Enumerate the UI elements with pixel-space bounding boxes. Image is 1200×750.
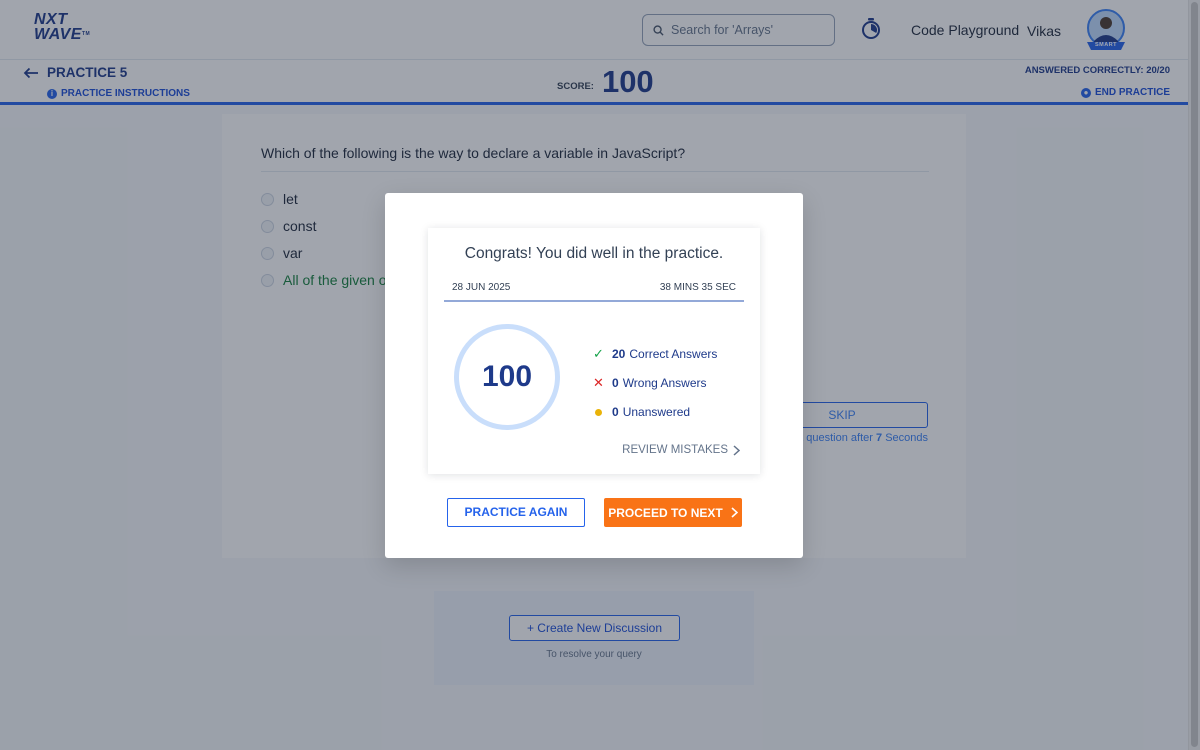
practice-meta: 28 JUN 2025 38 MINS 35 SEC <box>444 274 744 302</box>
result-stats: ✓ 20 Correct Answers ✕ 0 Wrong Answers 0… <box>591 339 717 426</box>
result-score: 100 <box>481 360 533 393</box>
result-modal: Congrats! You did well in the practice. … <box>385 193 803 558</box>
congrats-title: Congrats! You did well in the practice. <box>464 245 724 262</box>
result-card: Congrats! You did well in the practice. … <box>428 228 760 474</box>
score-ring: 100 <box>454 324 560 430</box>
chevron-right-icon <box>733 444 740 456</box>
practice-duration: 38 MINS 35 SEC <box>659 281 736 293</box>
review-mistakes-link[interactable]: REVIEW MISTAKES <box>622 444 740 456</box>
cross-icon: ✕ <box>593 374 604 390</box>
wrong-answers-stat: ✕ 0 Wrong Answers <box>591 368 717 397</box>
proceed-to-next-button[interactable]: PROCEED TO NEXT <box>604 498 742 527</box>
unanswered-stat: 0 Unanswered <box>591 397 717 426</box>
practice-again-button[interactable]: PRACTICE AGAIN <box>447 498 585 527</box>
correct-answers-stat: ✓ 20 Correct Answers <box>591 339 717 368</box>
dot-icon <box>595 408 602 416</box>
practice-date: 28 JUN 2025 <box>452 281 511 293</box>
chevron-right-icon <box>731 507 738 518</box>
check-icon: ✓ <box>593 345 604 361</box>
